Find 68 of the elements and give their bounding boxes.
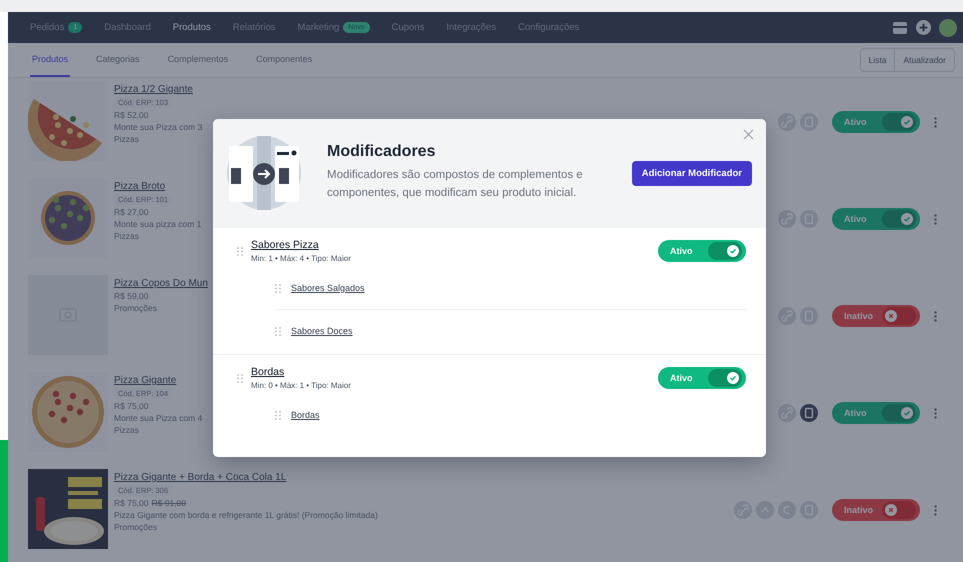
old-price: R$ 91,00 bbox=[152, 498, 186, 508]
status-toggle[interactable]: Ativo bbox=[832, 402, 920, 424]
product-name-link[interactable]: Pizza Broto bbox=[114, 181, 166, 192]
modifier-name-link[interactable]: Bordas bbox=[251, 366, 284, 378]
close-icon bbox=[885, 310, 897, 322]
link-action-icon[interactable] bbox=[778, 210, 796, 228]
product-name-link[interactable]: Pizza Gigante + Borda + Coca Cola 1L bbox=[114, 472, 286, 483]
status-toggle[interactable]: Ativo bbox=[658, 367, 746, 389]
product-category: Promoções bbox=[114, 303, 157, 313]
option-name-link[interactable]: Sabores Doces bbox=[291, 326, 353, 336]
product-name-link[interactable]: Pizza 1/2 Gigante bbox=[114, 84, 193, 95]
product-description: Monte sua Pizza com 4 bbox=[114, 413, 202, 423]
product-price: R$ 75,00 bbox=[114, 401, 148, 411]
product-price: R$ 59,00 bbox=[114, 291, 148, 301]
close-icon[interactable] bbox=[743, 129, 754, 140]
check-icon bbox=[727, 245, 739, 257]
sub-tab[interactable]: Produtos bbox=[30, 43, 70, 77]
modifier-rules: Min: 1 • Máx: 4 • Tipo: Maior bbox=[251, 254, 352, 263]
view-option[interactable]: Atualizador bbox=[894, 49, 954, 71]
check-icon bbox=[727, 372, 739, 384]
drag-handle-icon[interactable] bbox=[275, 284, 281, 292]
drag-handle-icon[interactable] bbox=[275, 410, 281, 420]
status-toggle[interactable]: Ativo bbox=[658, 240, 746, 262]
link-action-icon[interactable] bbox=[778, 113, 796, 131]
more-icon[interactable] bbox=[934, 214, 937, 224]
add-modifier-button[interactable]: Adicionar Modificador bbox=[632, 160, 752, 186]
modifier-name-link[interactable]: Sabores Pizza bbox=[251, 239, 319, 251]
status-toggle[interactable]: Inativo bbox=[832, 305, 920, 327]
sub-tab[interactable]: Complementos bbox=[166, 43, 230, 77]
avatar[interactable] bbox=[939, 18, 957, 36]
sub-tab[interactable]: Categorias bbox=[94, 43, 142, 77]
add-icon[interactable] bbox=[916, 20, 931, 35]
link-action-icon[interactable] bbox=[778, 307, 796, 325]
check-icon bbox=[901, 213, 913, 225]
status-toggle[interactable]: Inativo bbox=[832, 499, 920, 521]
drag-handle-icon[interactable] bbox=[237, 246, 243, 256]
product-category: Pizzas bbox=[114, 231, 140, 241]
option-name-link[interactable]: Sabores Salgados bbox=[291, 283, 365, 293]
product-category: Promoções bbox=[114, 522, 157, 532]
more-icon[interactable] bbox=[934, 116, 937, 128]
nav-tab[interactable]: Produtos bbox=[172, 22, 211, 33]
check-icon bbox=[901, 116, 913, 128]
status-toggle[interactable]: Ativo bbox=[832, 208, 920, 230]
modifier-rules: Min: 0 • Máx: 1 • Tipo: Maior bbox=[251, 381, 352, 390]
product-category: Pizzas bbox=[114, 425, 140, 435]
dialog-title: Modificadores bbox=[327, 143, 436, 162]
product-name-link[interactable]: Pizza Copos Do Mun bbox=[114, 278, 208, 289]
close-icon bbox=[885, 504, 897, 516]
store-icon[interactable] bbox=[892, 20, 908, 34]
product-price: R$ 27,00 bbox=[114, 207, 148, 217]
more-icon[interactable] bbox=[934, 408, 937, 418]
drag-handle-icon[interactable] bbox=[237, 374, 243, 382]
product-description: Pizza Gigante com borda e refrigerante 1L grátis! (Promoção limitada) bbox=[114, 510, 378, 520]
drag-handle-icon[interactable] bbox=[275, 326, 281, 336]
product-name-link[interactable]: Pizza Gigante bbox=[114, 375, 176, 386]
product-description: Monte sua Pizza com 3 bbox=[114, 122, 202, 132]
product-category: Pizzas bbox=[114, 134, 140, 144]
check-icon bbox=[901, 407, 913, 419]
view-option[interactable]: Lista bbox=[860, 49, 894, 71]
more-icon[interactable] bbox=[934, 310, 937, 322]
product-price: R$ 52,00 bbox=[114, 110, 148, 120]
dialog-description: Modificadores são compostos de complementos e componentes, que modificam seu produto inicial. bbox=[327, 168, 584, 201]
sub-tab[interactable]: Componentes bbox=[254, 43, 314, 77]
more-icon[interactable] bbox=[934, 504, 937, 516]
product-description: Monte sua pizza com 1 bbox=[114, 219, 202, 229]
option-name-link[interactable]: Bordas bbox=[291, 410, 320, 420]
product-price: R$ 75,00 bbox=[114, 498, 148, 508]
status-toggle[interactable]: Ativo bbox=[832, 111, 920, 133]
